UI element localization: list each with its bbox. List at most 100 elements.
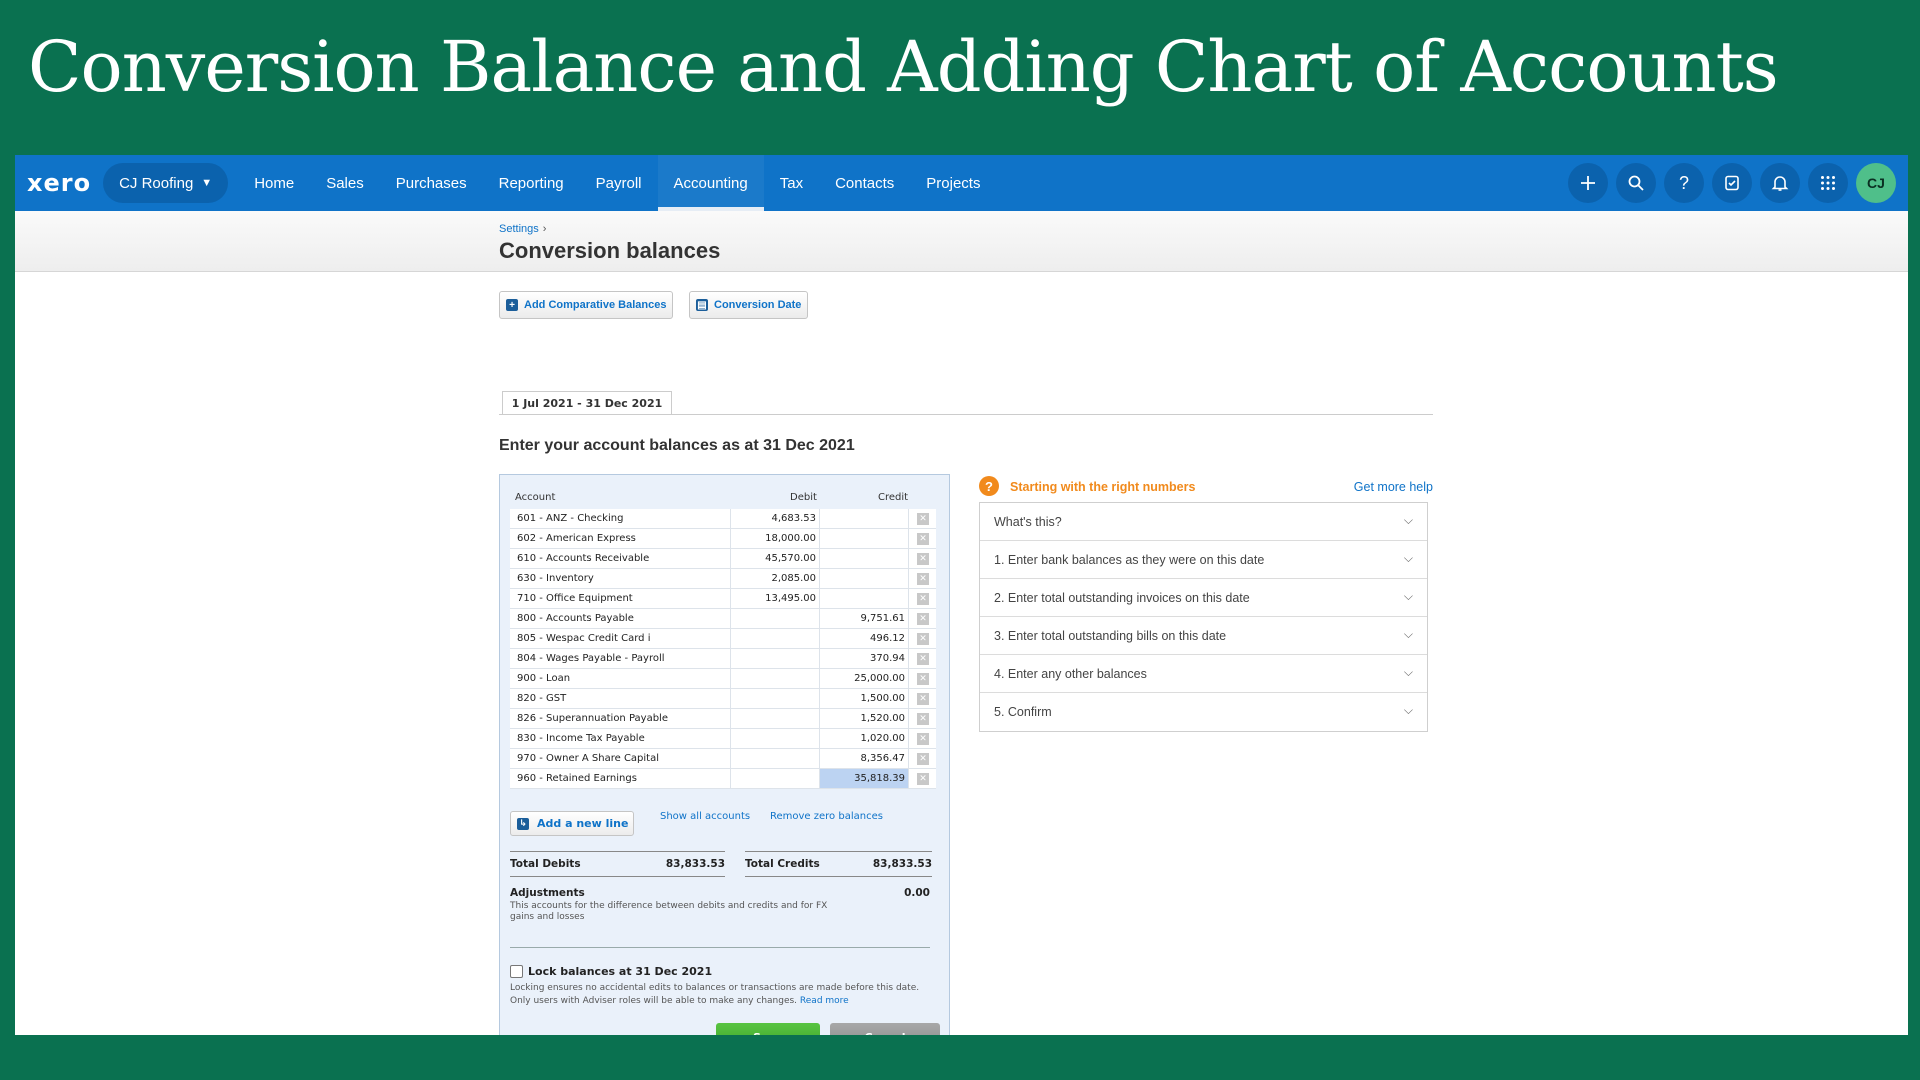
cancel-button[interactable]: Cancel xyxy=(830,1023,940,1035)
account-cell[interactable]: 710 - Office Equipment xyxy=(517,593,633,604)
search-icon[interactable] xyxy=(1616,163,1656,203)
debit-input[interactable]: 18,000.00 xyxy=(730,529,819,548)
nav-reporting[interactable]: Reporting xyxy=(483,155,580,211)
help-icon[interactable]: ? xyxy=(1664,163,1704,203)
nav-sales[interactable]: Sales xyxy=(310,155,380,211)
credit-input[interactable]: 1,520.00 xyxy=(819,709,909,728)
delete-row-icon[interactable]: ✕ xyxy=(917,513,929,525)
credit-input[interactable] xyxy=(819,589,909,608)
accordion-step-3[interactable]: 3. Enter total outstanding bills on this… xyxy=(980,617,1427,655)
delete-row-icon[interactable]: ✕ xyxy=(917,733,929,745)
accordion-step-5[interactable]: 5. Confirm ⌵ xyxy=(980,693,1427,731)
nav-payroll[interactable]: Payroll xyxy=(580,155,658,211)
credit-input[interactable]: 25,000.00 xyxy=(819,669,909,688)
add-new-line-button[interactable]: ↳ Add a new line xyxy=(510,811,634,836)
credit-input[interactable] xyxy=(819,549,909,568)
credit-input[interactable]: 8,356.47 xyxy=(819,749,909,768)
delete-row-icon[interactable]: ✕ xyxy=(917,633,929,645)
org-switcher[interactable]: CJ Roofing ▼ xyxy=(103,163,229,203)
bell-icon[interactable] xyxy=(1760,163,1800,203)
delete-row-icon[interactable]: ✕ xyxy=(917,573,929,585)
delete-row-icon[interactable]: ✕ xyxy=(917,533,929,545)
account-cell[interactable]: 804 - Wages Payable - Payroll xyxy=(517,653,665,664)
delete-row-icon[interactable]: ✕ xyxy=(917,753,929,765)
credit-input[interactable] xyxy=(819,569,909,588)
account-cell[interactable]: 630 - Inventory xyxy=(517,573,594,584)
delete-row-icon[interactable]: ✕ xyxy=(917,773,929,785)
delete-row-icon[interactable]: ✕ xyxy=(917,613,929,625)
account-cell[interactable]: 900 - Loan xyxy=(517,673,570,684)
debit-input[interactable] xyxy=(730,769,819,788)
credit-input[interactable]: 370.94 xyxy=(819,649,909,668)
breadcrumb-settings[interactable]: Settings xyxy=(499,223,539,235)
nav-contacts[interactable]: Contacts xyxy=(819,155,910,211)
remove-zero-balances-link[interactable]: Remove zero balances xyxy=(770,811,883,822)
account-cell[interactable]: 805 - Wespac Credit Card i xyxy=(517,633,650,644)
accordion-label: 2. Enter total outstanding invoices on t… xyxy=(994,590,1250,605)
accordion-step-4[interactable]: 4. Enter any other balances ⌵ xyxy=(980,655,1427,693)
debit-input[interactable] xyxy=(730,669,819,688)
account-cell[interactable]: 970 - Owner A Share Capital xyxy=(517,753,659,764)
nav-purchases[interactable]: Purchases xyxy=(380,155,483,211)
xero-window: xero CJ Roofing ▼ Home Sales Purchases R… xyxy=(15,155,1908,1035)
debit-input[interactable] xyxy=(730,729,819,748)
nav-tax[interactable]: Tax xyxy=(764,155,819,211)
accordion-step-2[interactable]: 2. Enter total outstanding invoices on t… xyxy=(980,579,1427,617)
get-more-help-link[interactable]: Get more help xyxy=(1345,480,1433,494)
account-cell[interactable]: 820 - GST xyxy=(517,693,566,704)
checklist-icon[interactable] xyxy=(1712,163,1752,203)
debit-input[interactable] xyxy=(730,649,819,668)
avatar[interactable]: CJ xyxy=(1856,163,1896,203)
account-cell[interactable]: 601 - ANZ - Checking xyxy=(517,513,623,524)
debit-input[interactable] xyxy=(730,709,819,728)
credit-input[interactable]: 496.12 xyxy=(819,629,909,648)
apps-grid-icon[interactable] xyxy=(1808,163,1848,203)
account-cell[interactable]: 610 - Accounts Receivable xyxy=(517,553,649,564)
delete-row-icon[interactable]: ✕ xyxy=(917,553,929,565)
save-button[interactable]: Save xyxy=(716,1023,820,1035)
conversion-date-button[interactable]: ▤ Conversion Date xyxy=(689,291,809,319)
credit-input[interactable]: 9,751.61 xyxy=(819,609,909,628)
debit-input[interactable] xyxy=(730,749,819,768)
page-header: Settings › Conversion balances xyxy=(15,211,1908,272)
add-comparative-balances-button[interactable]: + Add Comparative Balances xyxy=(499,291,674,319)
slide-title: Conversion Balance and Adding Chart of A… xyxy=(28,26,1779,108)
debit-input[interactable]: 13,495.00 xyxy=(730,589,819,608)
accordion-whats-this[interactable]: What's this? ⌵ xyxy=(980,503,1427,541)
account-cell[interactable]: 602 - American Express xyxy=(517,533,636,544)
credit-input[interactable] xyxy=(819,529,909,548)
credit-input[interactable]: 35,818.39 xyxy=(819,769,909,788)
debit-input[interactable]: 4,683.53 xyxy=(730,509,819,528)
account-cell[interactable]: 826 - Superannuation Payable xyxy=(517,713,668,724)
breadcrumb[interactable]: Settings › xyxy=(499,223,546,235)
debit-input[interactable] xyxy=(730,609,819,628)
nav-accounting[interactable]: Accounting xyxy=(657,155,764,211)
debit-input[interactable] xyxy=(730,629,819,648)
credit-input[interactable]: 1,020.00 xyxy=(819,729,909,748)
account-cell[interactable]: 960 - Retained Earnings xyxy=(517,773,637,784)
nav-home[interactable]: Home xyxy=(238,155,310,211)
read-more-link[interactable]: Read more xyxy=(800,996,849,1006)
accordion-step-1[interactable]: 1. Enter bank balances as they were on t… xyxy=(980,541,1427,579)
debit-input[interactable]: 45,570.00 xyxy=(730,549,819,568)
xero-logo[interactable]: xero xyxy=(27,169,91,197)
delete-row-icon[interactable]: ✕ xyxy=(917,713,929,725)
account-cell[interactable]: 830 - Income Tax Payable xyxy=(517,733,645,744)
debit-input[interactable] xyxy=(730,689,819,708)
credit-input[interactable]: 1,500.00 xyxy=(819,689,909,708)
delete-row-icon[interactable]: ✕ xyxy=(917,693,929,705)
nav-projects[interactable]: Projects xyxy=(910,155,996,211)
debit-input[interactable]: 2,085.00 xyxy=(730,569,819,588)
delete-row-icon[interactable]: ✕ xyxy=(917,593,929,605)
account-cell[interactable]: 800 - Accounts Payable xyxy=(517,613,634,624)
question-icon: ? xyxy=(979,476,999,496)
delete-row-icon[interactable]: ✕ xyxy=(917,673,929,685)
conversion-date-label: Conversion Date xyxy=(714,299,802,311)
show-all-accounts-link[interactable]: Show all accounts xyxy=(660,811,750,822)
lock-balances-checkbox[interactable] xyxy=(510,965,523,978)
lock-balances-label[interactable]: Lock balances at 31 Dec 2021 xyxy=(528,965,712,978)
delete-row-icon[interactable]: ✕ xyxy=(917,653,929,665)
credit-input[interactable] xyxy=(819,509,909,528)
tab-period[interactable]: 1 Jul 2021 - 31 Dec 2021 xyxy=(502,391,672,415)
plus-icon[interactable] xyxy=(1568,163,1608,203)
